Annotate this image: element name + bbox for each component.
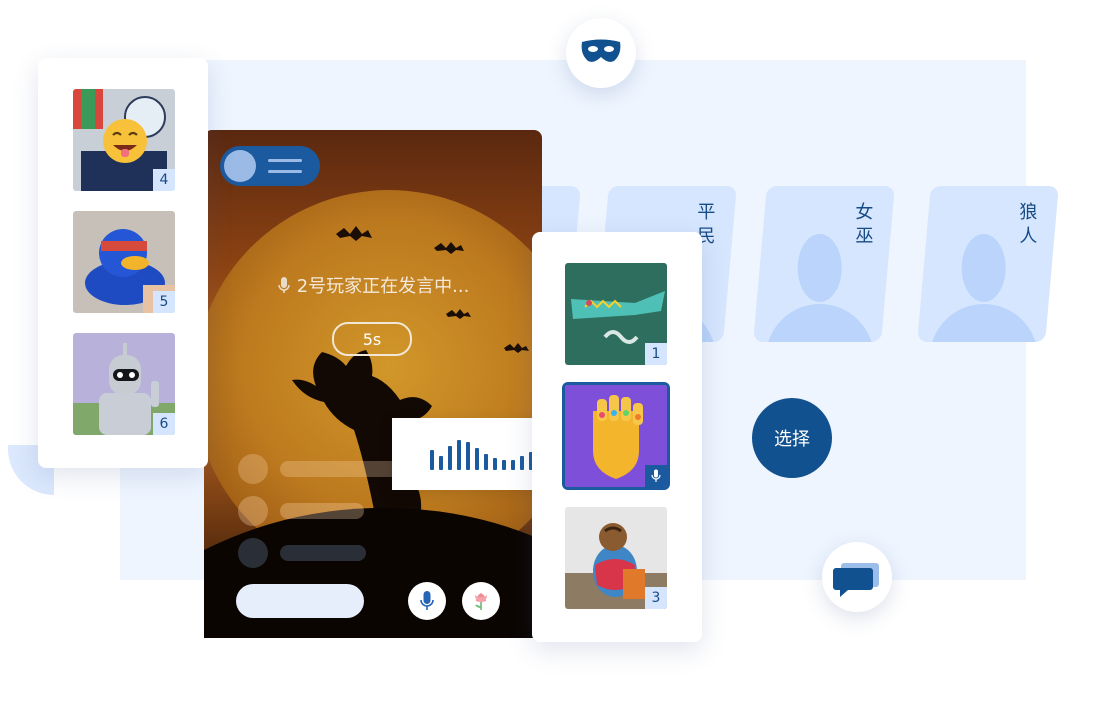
mask-icon xyxy=(581,39,621,62)
chat-button[interactable] xyxy=(822,542,892,612)
chat-line-placeholder xyxy=(280,545,366,561)
speaking-text: 2号玩家正在发言中... xyxy=(296,276,470,297)
player-list-left: 4 5 6 xyxy=(38,58,208,468)
flower-button[interactable] xyxy=(462,582,500,620)
player-number: 4 xyxy=(153,169,175,191)
role-body-placeholder xyxy=(929,304,1038,342)
player-number: 5 xyxy=(153,291,175,313)
microphone-icon xyxy=(420,591,434,610)
microphone-icon xyxy=(277,277,290,293)
message-input[interactable] xyxy=(236,584,364,618)
menu-icon xyxy=(268,159,302,162)
player-avatar-speaking[interactable] xyxy=(562,382,670,490)
microphone-button[interactable] xyxy=(408,582,446,620)
game-stage: 2号玩家正在发言中... 5s xyxy=(204,130,542,638)
menu-toggle[interactable] xyxy=(220,146,320,186)
flower-icon xyxy=(475,593,487,610)
player-avatar[interactable]: 6 xyxy=(73,333,175,435)
bat-icon xyxy=(434,242,464,254)
chat-avatar-placeholder xyxy=(238,496,268,526)
menu-icon-line xyxy=(268,170,302,173)
role-name: 狼人 xyxy=(1016,202,1038,250)
chat-avatar-placeholder xyxy=(238,538,268,568)
player-avatar[interactable]: 1 xyxy=(565,263,667,365)
player-number: 3 xyxy=(645,587,667,609)
role-avatar-placeholder xyxy=(797,234,842,302)
countdown-timer: 5s xyxy=(332,322,412,356)
speaking-status: 2号玩家正在发言中... xyxy=(204,272,542,298)
bat-icon xyxy=(446,309,471,319)
bat-icon xyxy=(504,343,529,353)
chat-avatar-placeholder xyxy=(238,454,268,484)
role-body-placeholder xyxy=(765,304,874,342)
role-avatar-placeholder xyxy=(961,234,1006,302)
player-avatar[interactable]: 3 xyxy=(565,507,667,609)
chat-line-placeholder xyxy=(280,461,400,477)
player-avatar[interactable]: 5 xyxy=(73,211,175,313)
player-avatar[interactable]: 4 xyxy=(73,89,175,191)
player-number: 1 xyxy=(645,343,667,365)
microphone-icon xyxy=(651,469,661,482)
role-mask-badge xyxy=(566,18,636,88)
choose-button[interactable]: 选择 xyxy=(752,398,832,478)
toggle-knob xyxy=(224,150,256,182)
chat-line-placeholder xyxy=(280,503,364,519)
role-card-witch[interactable]: 女巫 xyxy=(753,186,895,342)
player-list-right: 1 3 xyxy=(532,232,702,642)
role-card-werewolf[interactable]: 狼人 xyxy=(917,186,1059,342)
bat-icon xyxy=(336,226,372,241)
chat-icon xyxy=(833,563,879,597)
speaking-indicator xyxy=(645,465,667,487)
role-name: 女巫 xyxy=(852,202,874,250)
player-number: 6 xyxy=(153,413,175,435)
